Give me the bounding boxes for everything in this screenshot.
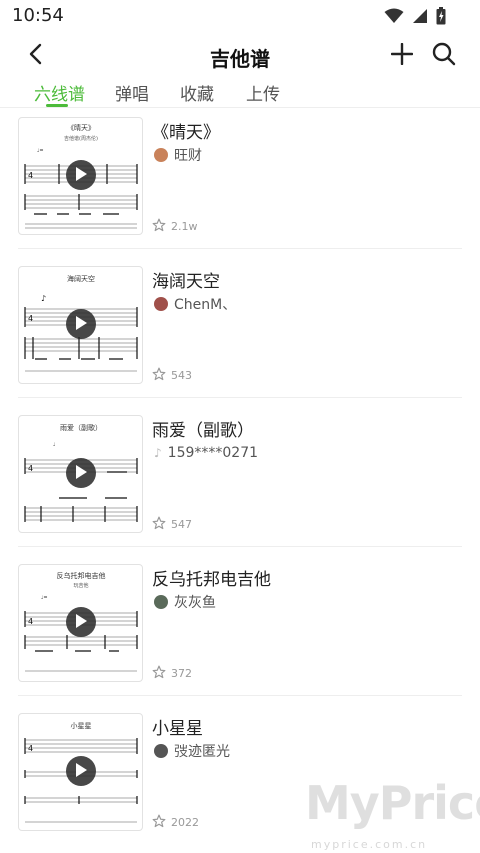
song-title[interactable]: 海阔天空 — [152, 267, 220, 292]
author-row[interactable]: 旺财 — [154, 146, 202, 164]
sheet-thumbnail[interactable]: 《晴天》 吉他谱(周杰伦) 4 ♩= — [18, 117, 143, 235]
svg-text:♩=: ♩= — [41, 595, 48, 601]
wifi-icon — [384, 8, 404, 28]
card-divider — [18, 248, 462, 249]
author-name: ChenM、 — [174, 297, 237, 313]
song-title[interactable]: 反乌托邦电吉他 — [152, 565, 271, 590]
status-bar: 10:54 — [0, 0, 480, 32]
sheet-thumbnail[interactable]: 海阔天空 4 ♪ — [18, 266, 143, 384]
tab-tablature[interactable]: 六线谱 — [34, 80, 85, 105]
star-icon — [152, 515, 166, 534]
favorite-count: 372 — [171, 666, 192, 680]
favorite-row[interactable]: 543 — [152, 367, 192, 383]
card-divider — [18, 397, 462, 398]
star-icon — [152, 664, 166, 683]
chevron-left-icon — [28, 43, 44, 69]
search-icon — [432, 42, 456, 70]
play-button[interactable] — [66, 756, 96, 786]
author-name: 弢迹匿光 — [174, 744, 230, 760]
song-card[interactable]: 雨爱（副歌） 4 ♩ 雨爱（副歌） ♪ 159****0271 547 — [0, 406, 480, 556]
tab-favorites[interactable]: 收藏 — [180, 80, 214, 105]
thumb-title: 海阔天空 — [67, 274, 95, 283]
thumb-subtitle: 吉他谱(周杰伦) — [64, 135, 98, 142]
author-row[interactable]: ♪ 159****0271 — [154, 444, 258, 462]
battery-icon — [436, 7, 446, 29]
favorite-count: 543 — [171, 368, 192, 382]
sheet-thumbnail[interactable]: 小星星 4 — [18, 713, 143, 831]
star-icon — [152, 217, 166, 236]
plus-icon — [390, 42, 414, 69]
svg-text:4: 4 — [28, 744, 33, 753]
song-title[interactable]: 《晴天》 — [152, 118, 220, 143]
favorite-row[interactable]: 2022 — [152, 814, 199, 830]
favorite-row[interactable]: 372 — [152, 665, 192, 681]
author-name: 旺财 — [174, 148, 202, 164]
sheet-thumbnail[interactable]: 雨爱（副歌） 4 ♩ — [18, 415, 143, 533]
play-button[interactable] — [66, 309, 96, 339]
svg-text:♪: ♪ — [41, 294, 46, 303]
svg-text:♩=: ♩= — [37, 148, 44, 154]
svg-text:♩: ♩ — [53, 442, 55, 448]
play-icon — [75, 613, 87, 632]
avatar — [154, 595, 168, 609]
author-row[interactable]: 灰灰鱼 — [154, 593, 216, 611]
thumb-title: 雨爱（副歌） — [60, 423, 102, 432]
app-header: 吉他谱 — [0, 34, 480, 78]
avatar — [154, 148, 168, 162]
favorite-count: 547 — [171, 517, 192, 531]
song-title[interactable]: 雨爱（副歌） — [152, 416, 254, 441]
avatar — [154, 744, 168, 758]
favorite-row[interactable]: 2.1w — [152, 218, 198, 234]
tab-bar: 六线谱 弹唱 收藏 上传 — [0, 80, 480, 108]
play-icon — [75, 315, 87, 334]
status-time: 10:54 — [12, 5, 64, 26]
tab-upload[interactable]: 上传 — [246, 80, 280, 105]
search-button[interactable] — [430, 42, 458, 70]
favorite-row[interactable]: 547 — [152, 516, 192, 532]
song-card[interactable]: 反乌托邦电吉他 玩吉他 4 ♩= 反乌托邦电吉他 灰灰鱼 372 — [0, 555, 480, 705]
music-note-icon: ♪ — [154, 446, 162, 460]
play-button[interactable] — [66, 458, 96, 488]
star-icon — [152, 813, 166, 832]
song-card[interactable]: 小星星 4 小星星 弢迹匿光 2022 — [0, 704, 480, 853]
author-name: 灰灰鱼 — [174, 595, 216, 611]
author-row[interactable]: 弢迹匿光 — [154, 742, 230, 760]
back-button[interactable] — [22, 42, 50, 70]
play-button[interactable] — [66, 160, 96, 190]
status-icons — [384, 7, 446, 29]
favorite-count: 2022 — [171, 815, 199, 829]
thumb-title: 反乌托邦电吉他 — [57, 571, 106, 580]
thumb-title: 小星星 — [71, 721, 92, 730]
signal-icon — [412, 8, 428, 28]
sheet-thumbnail[interactable]: 反乌托邦电吉他 玩吉他 4 ♩= — [18, 564, 143, 682]
avatar — [154, 297, 168, 311]
song-card[interactable]: 海阔天空 4 ♪ 海阔天空 ChenM、 543 — [0, 257, 480, 407]
author-name: 159****0271 — [167, 445, 259, 461]
add-button[interactable] — [388, 42, 416, 70]
author-row[interactable]: ChenM、 — [154, 295, 236, 313]
svg-text:4: 4 — [28, 464, 33, 473]
play-button[interactable] — [66, 607, 96, 637]
song-title[interactable]: 小星星 — [152, 714, 203, 739]
star-icon — [152, 366, 166, 385]
thumb-title: 《晴天》 — [67, 123, 95, 132]
play-icon — [75, 166, 87, 185]
play-icon — [75, 464, 87, 483]
svg-text:4: 4 — [28, 314, 33, 323]
favorite-count: 2.1w — [171, 219, 198, 233]
thumb-subtitle: 玩吉他 — [73, 582, 88, 589]
svg-text:4: 4 — [28, 617, 33, 626]
svg-text:4: 4 — [28, 171, 33, 180]
card-divider — [18, 695, 462, 696]
tab-strum-sing[interactable]: 弹唱 — [115, 80, 149, 105]
song-card[interactable]: 《晴天》 吉他谱(周杰伦) 4 ♩= 《晴天》 旺财 2.1w — [0, 108, 480, 258]
play-icon — [75, 762, 87, 781]
card-divider — [18, 546, 462, 547]
